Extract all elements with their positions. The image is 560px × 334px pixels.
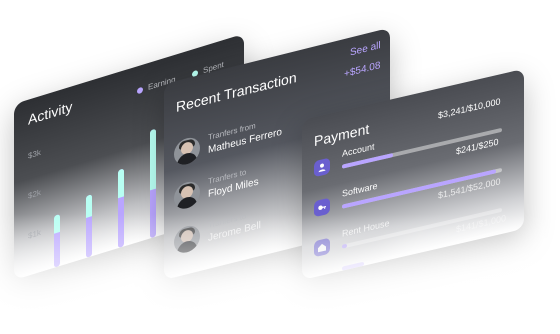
key-icon (314, 197, 330, 218)
activity-bar[interactable] (150, 128, 156, 239)
y-tick-2k: $2k (28, 187, 41, 201)
payment-progress-fill (342, 243, 347, 249)
dashboard-cards-scene: Activity Earning Spent $3k $2k $1k Recen… (0, 0, 560, 334)
y-tick-1k: $1k (28, 227, 41, 241)
recent-title: Recent Transaction (176, 68, 297, 116)
earning-legend-dot (137, 86, 143, 95)
avatar (174, 135, 200, 168)
payment-row-value: $3,241/$10,000 (438, 96, 501, 121)
user-icon (314, 157, 330, 178)
y-tick-3k: $3k (28, 147, 41, 161)
payment-row-name: Account (342, 141, 375, 159)
activity-title: Activity (28, 98, 73, 128)
activity-bar[interactable] (118, 168, 124, 249)
recent-amount: +$54.08 (344, 60, 381, 81)
avatar (174, 223, 200, 256)
activity-bar[interactable] (54, 213, 60, 268)
avatar (174, 179, 200, 212)
payment-progress-fill (342, 261, 365, 271)
see-all-link[interactable]: See all (350, 40, 381, 59)
payment-row-name: Software (342, 180, 378, 199)
activity-bar[interactable] (86, 194, 92, 258)
home-icon (314, 237, 330, 258)
payment-progress (342, 229, 502, 271)
